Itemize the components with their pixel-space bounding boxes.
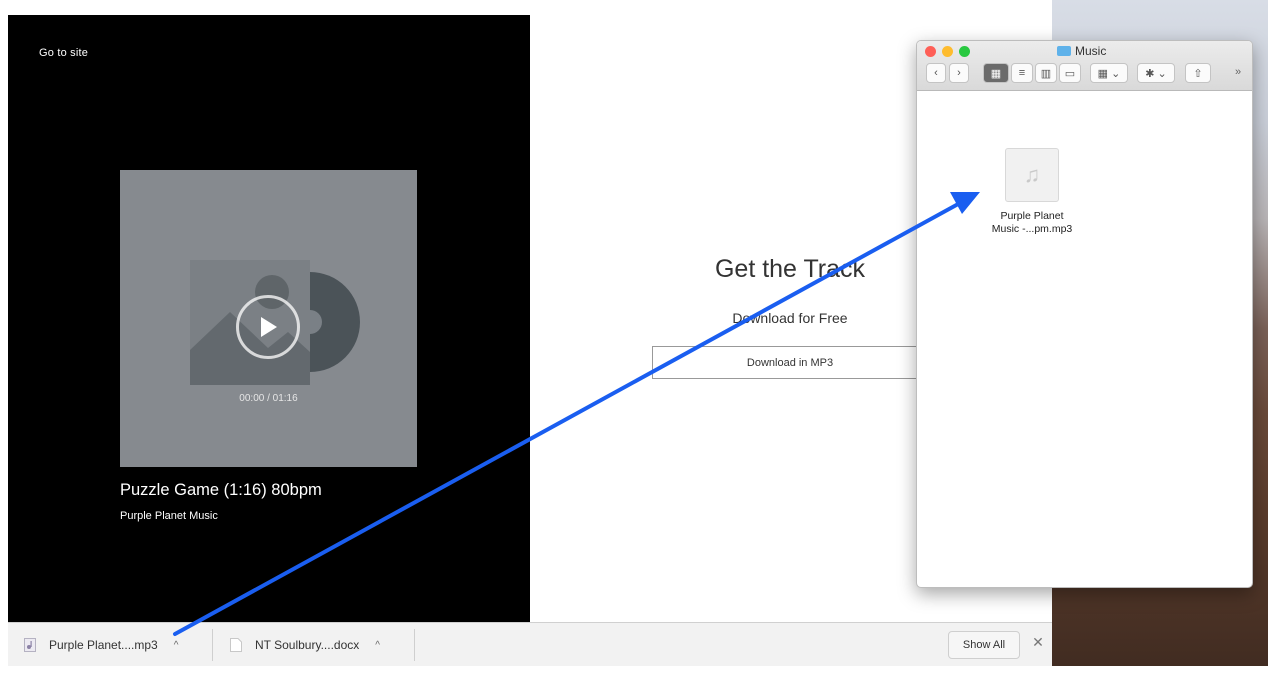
document-file-icon [230, 638, 242, 652]
left-margin [0, 0, 8, 684]
column-view-button[interactable]: ▥ [1035, 63, 1057, 83]
bottom-margin [0, 666, 1268, 684]
window-title-text: Music [1075, 44, 1107, 58]
back-button[interactable]: ‹ [926, 63, 946, 83]
gallery-view-button[interactable]: ▭ [1059, 63, 1081, 83]
finder-toolbar: Music ‹ › ▦ ≡ ▥ ▭ ▦ ⌄ ✱ ⌄ ⇧ » [917, 41, 1252, 91]
folder-icon [1057, 46, 1071, 56]
screen: Go to site 00:00 / 01:16 Puzzle Game (1:… [0, 0, 1268, 684]
music-file-icon: ♫ [1005, 148, 1059, 202]
download-item-name: NT Soulbury....docx [255, 638, 360, 652]
album-card: 00:00 / 01:16 [120, 170, 417, 467]
download-item-mp3[interactable]: Purple Planet....mp3 ^ [24, 631, 178, 659]
share-icon[interactable]: ⇧ [1185, 63, 1211, 83]
downloads-bar: Purple Planet....mp3 ^ NT Soulbury....do… [8, 622, 1052, 666]
top-margin [0, 0, 1052, 15]
minimize-window-button[interactable] [942, 46, 953, 57]
gear-icon[interactable]: ✱ ⌄ [1137, 63, 1175, 83]
file-name-line2: Music -...pm.mp3 [991, 223, 1073, 235]
divider [212, 629, 213, 661]
forward-button[interactable]: › [949, 63, 969, 83]
play-icon [261, 317, 277, 337]
chevron-up-icon[interactable]: ^ [375, 640, 380, 651]
finder-window: Music ‹ › ▦ ≡ ▥ ▭ ▦ ⌄ ✱ ⌄ ⇧ » ♫ Purple P… [916, 40, 1253, 588]
window-title: Music [1057, 44, 1106, 58]
download-item-docx[interactable]: NT Soulbury....docx ^ [230, 631, 380, 659]
file-name-line1: Purple Planet [1000, 210, 1064, 222]
download-mp3-button[interactable]: Download in MP3 [652, 346, 928, 379]
track-title: Puzzle Game (1:16) 80bpm [120, 481, 322, 499]
divider [414, 629, 415, 661]
file-item-mp3[interactable]: ♫ Purple Planet Music -...pm.mp3 [977, 148, 1087, 236]
overflow-chevron-icon[interactable]: » [1235, 66, 1241, 78]
list-view-button[interactable]: ≡ [1011, 63, 1033, 83]
player-panel: Go to site 00:00 / 01:16 Puzzle Game (1:… [8, 15, 530, 622]
icon-view-button[interactable]: ▦ [983, 63, 1009, 83]
play-button[interactable] [236, 295, 300, 359]
playback-time: 00:00 / 01:16 [239, 393, 298, 404]
download-item-name: Purple Planet....mp3 [49, 638, 158, 652]
track-artist: Purple Planet Music [120, 510, 218, 522]
audio-file-icon [24, 638, 36, 652]
go-to-site-link[interactable]: Go to site [39, 47, 88, 59]
zoom-window-button[interactable] [959, 46, 970, 57]
chevron-up-icon[interactable]: ^ [174, 640, 179, 651]
show-all-button[interactable]: Show All [948, 631, 1020, 659]
file-label: Purple Planet Music -...pm.mp3 [977, 210, 1087, 236]
close-icon[interactable]: ✕ [1028, 634, 1048, 654]
close-window-button[interactable] [925, 46, 936, 57]
group-button[interactable]: ▦ ⌄ [1090, 63, 1128, 83]
